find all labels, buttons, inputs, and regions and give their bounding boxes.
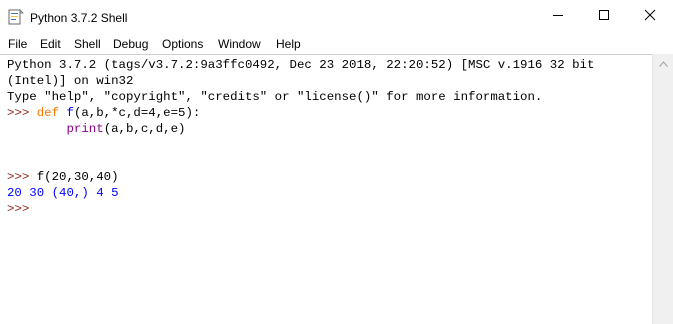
close-button[interactable] (627, 0, 673, 34)
code-line-def: >>> def f(a,b,*c,d=4,e=5): (7, 105, 200, 121)
menu-edit[interactable]: Edit (40, 37, 61, 51)
window-title: Python 3.7.2 Shell (30, 11, 128, 25)
minimize-button[interactable] (535, 0, 581, 34)
def-keyword: def (36, 106, 60, 120)
shell-prompt: >>> (7, 106, 30, 120)
menu-bar: File Edit Shell Debug Options Window Hel… (0, 34, 673, 54)
menu-options[interactable]: Options (162, 37, 203, 51)
def-signature: (a,b,*c,d=4,e=5): (73, 106, 201, 120)
code-line-call: >>> f(20,30,40) (7, 169, 119, 185)
def-function-name: f (66, 106, 74, 120)
shell-prompt: >>> (7, 170, 30, 184)
python-idle-icon (8, 9, 24, 25)
menu-debug[interactable]: Debug (113, 37, 148, 51)
chevron-up-icon (658, 54, 668, 72)
menu-file[interactable]: File (8, 37, 27, 51)
code-line-prompt: >>> (7, 201, 29, 217)
menu-shell[interactable]: Shell (74, 37, 101, 51)
vertical-scrollbar[interactable] (652, 54, 673, 324)
shell-prompt: >>> (7, 202, 30, 216)
menu-help[interactable]: Help (276, 37, 301, 51)
banner-line: (Intel)] on win32 (7, 74, 134, 88)
minimize-icon (552, 8, 564, 26)
print-builtin: print (66, 122, 104, 136)
scroll-up-button[interactable] (653, 54, 673, 71)
menu-window[interactable]: Window (218, 37, 261, 51)
banner-line: Type "help", "copyright", "credits" or "… (7, 90, 543, 104)
shell-text-area[interactable]: Python 3.7.2 (tags/v3.7.2:9a3ffc0492, De… (0, 54, 652, 324)
title-bar[interactable]: Python 3.7.2 Shell (0, 0, 673, 34)
call-expression: f(20,30,40) (36, 170, 119, 184)
banner-line: Python 3.7.2 (tags/v3.7.2:9a3ffc0492, De… (7, 58, 595, 72)
maximize-button[interactable] (581, 0, 627, 34)
output-line: 20 30 (40,) 4 5 (7, 186, 119, 200)
print-args: (a,b,c,d,e) (103, 122, 186, 136)
idle-shell-window: Python 3.7.2 Shell File Edit Shell Debug… (0, 0, 673, 324)
code-line-body: print(a,b,c,d,e) (7, 121, 186, 137)
close-icon (644, 8, 656, 26)
maximize-icon (598, 8, 610, 26)
